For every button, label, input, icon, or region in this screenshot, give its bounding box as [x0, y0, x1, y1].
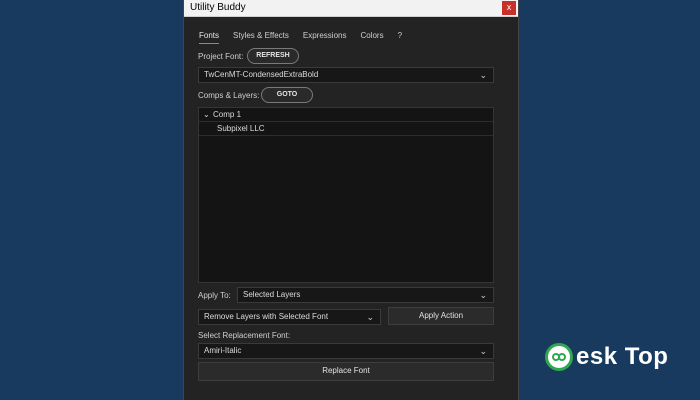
- tab-help[interactable]: ?: [398, 31, 402, 44]
- apply-to-dropdown[interactable]: Selected Layers ⌄: [237, 287, 494, 303]
- title-bar[interactable]: Utility Buddy x: [184, 0, 518, 17]
- project-font-dropdown[interactable]: TwCenMT-CondensedExtraBold ⌄: [198, 67, 494, 83]
- window-title: Utility Buddy: [190, 2, 246, 13]
- close-button[interactable]: x: [502, 1, 516, 15]
- replace-font-button[interactable]: Replace Font: [198, 362, 494, 381]
- comp-label: Comp 1: [213, 110, 242, 119]
- tree-item-layer[interactable]: Subpixel LLC: [199, 122, 493, 136]
- chevron-down-icon: ⌄: [366, 312, 374, 322]
- chevron-down-icon: ⌄: [479, 70, 487, 80]
- desktop-logo-icon: [545, 343, 573, 371]
- tab-styles-effects[interactable]: Styles & Effects: [233, 31, 289, 44]
- replacement-font-label: Select Replacement Font:: [198, 331, 291, 340]
- tree-item-comp[interactable]: ⌄ Comp 1: [199, 108, 493, 122]
- desktop-watermark: esk Top: [545, 343, 668, 371]
- utility-buddy-window: Utility Buddy x Fonts Styles & Effects E…: [183, 0, 519, 400]
- chevron-down-icon[interactable]: ⌄: [203, 108, 210, 121]
- apply-to-label: Apply To:: [198, 291, 231, 300]
- replacement-font-dropdown[interactable]: Amiri-Italic ⌄: [198, 343, 494, 359]
- watermark-text: esk Top: [576, 343, 669, 370]
- goto-button[interactable]: GOTO: [261, 87, 313, 103]
- apply-action-button[interactable]: Apply Action: [388, 307, 494, 325]
- tab-fonts[interactable]: Fonts: [199, 31, 220, 44]
- layer-label: Subpixel LLC: [217, 124, 265, 133]
- comps-layers-tree[interactable]: ⌄ Comp 1 Subpixel LLC: [198, 107, 494, 283]
- chevron-down-icon: ⌄: [479, 346, 487, 356]
- project-font-value: TwCenMT-CondensedExtraBold: [204, 70, 319, 79]
- action-value: Remove Layers with Selected Font: [204, 312, 329, 321]
- tab-expressions[interactable]: Expressions: [303, 31, 347, 44]
- tab-bar: Fonts Styles & Effects Expressions Color…: [199, 31, 416, 44]
- refresh-button[interactable]: REFRESH: [247, 48, 299, 64]
- action-dropdown[interactable]: Remove Layers with Selected Font ⌄: [198, 309, 381, 325]
- apply-to-value: Selected Layers: [243, 290, 301, 299]
- project-font-label: Project Font:: [198, 52, 244, 61]
- tab-colors[interactable]: Colors: [360, 31, 383, 44]
- replacement-font-value: Amiri-Italic: [204, 346, 242, 355]
- chevron-down-icon: ⌄: [479, 290, 487, 300]
- comps-layers-label: Comps & Layers:: [198, 91, 260, 100]
